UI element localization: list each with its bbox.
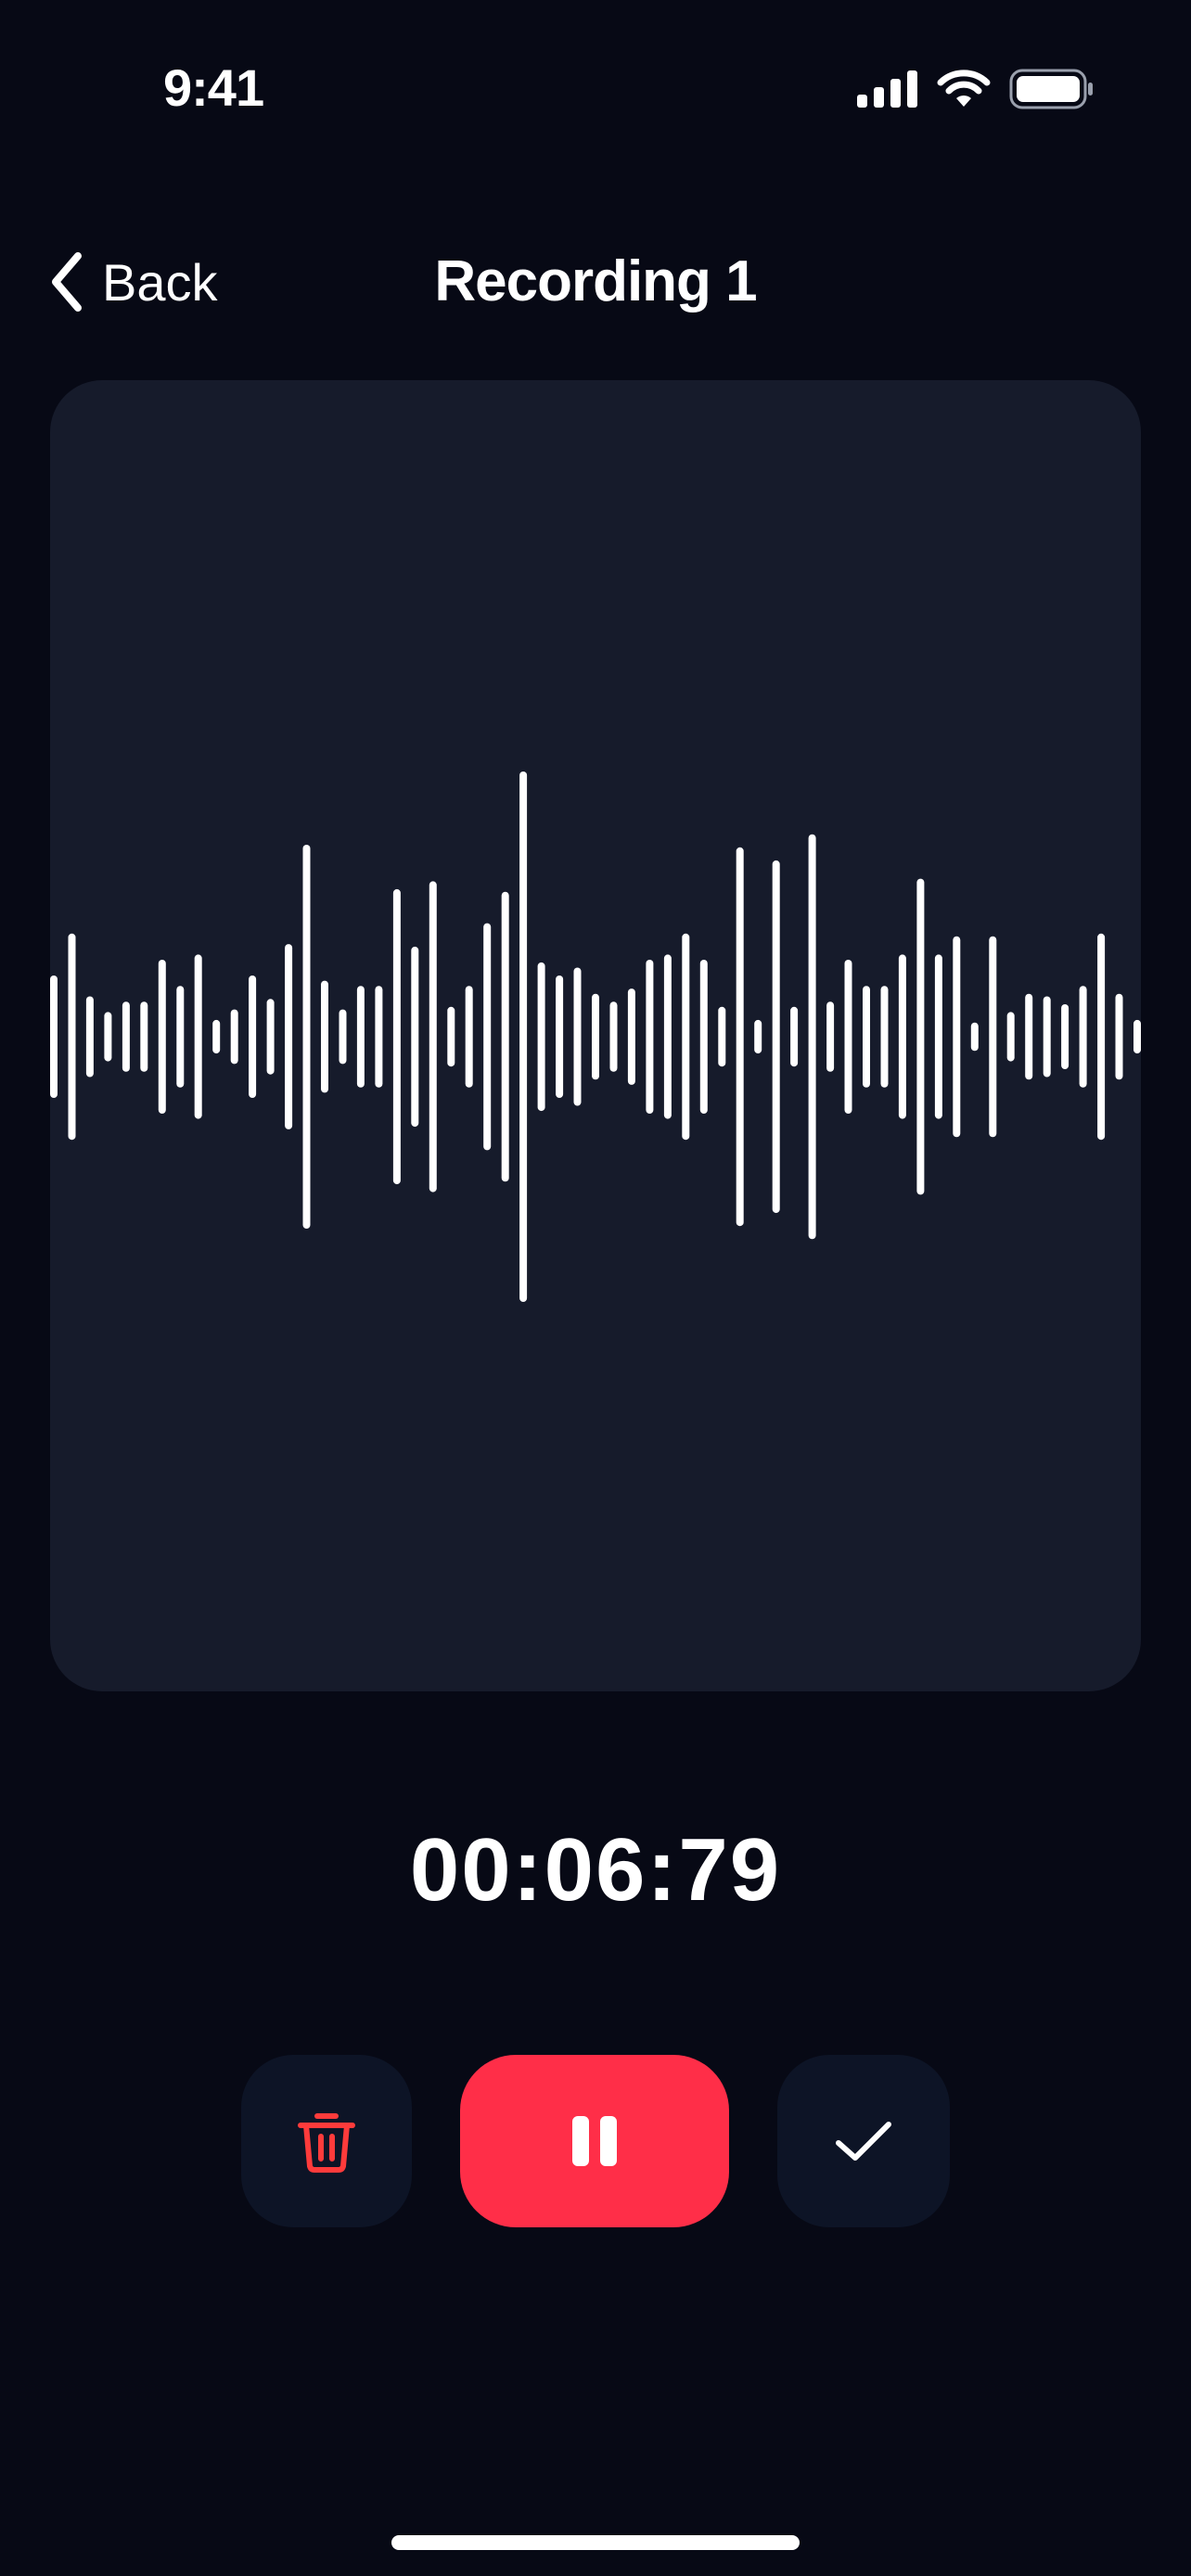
checkmark-icon [836,2122,891,2161]
recording-timer: 00:06:79 [409,1820,782,1919]
trash-icon [298,2113,355,2173]
delete-button[interactable] [241,2055,412,2227]
pause-icon [572,2116,617,2166]
status-time: 9:41 [163,58,264,117]
wifi-icon [937,70,991,107]
status-icons [857,69,1095,109]
page-title: Recording 1 [434,249,757,313]
pause-button[interactable] [460,2055,729,2227]
done-button[interactable] [777,2055,950,2227]
home-indicator [391,2535,800,2550]
cellular-signal-icon [857,70,917,108]
waveform [50,772,1141,1302]
waveform-card [50,380,1141,1691]
battery-icon [1009,69,1093,109]
